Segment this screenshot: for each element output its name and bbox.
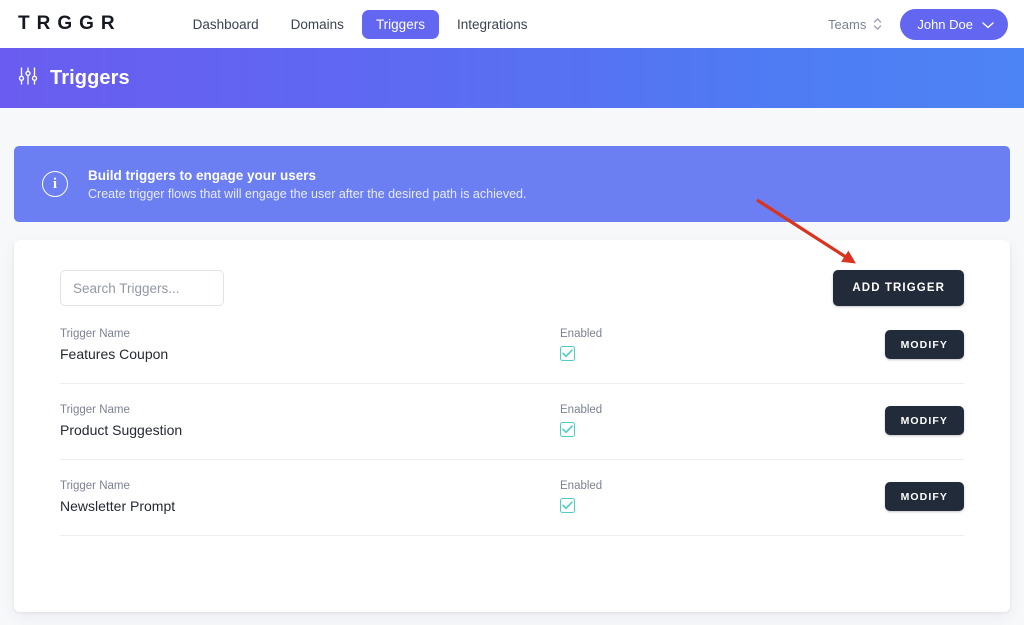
- info-banner: i Build triggers to engage your users Cr…: [14, 146, 1010, 222]
- check-icon: [562, 425, 573, 434]
- info-banner-title: Build triggers to engage your users: [88, 167, 317, 183]
- user-name-label: John Doe: [917, 16, 973, 32]
- check-icon: [562, 349, 573, 358]
- trigger-action-cell: MODIFY: [884, 328, 964, 359]
- info-banner-subtitle: Create trigger flows that will engage th…: [88, 186, 527, 201]
- nav-link-triggers[interactable]: Triggers: [361, 9, 439, 39]
- up-down-chevron-icon: [873, 17, 882, 31]
- trigger-name-value: Product Suggestion: [60, 422, 183, 438]
- tune-sliders-icon: [17, 65, 39, 92]
- info-banner-text: Build triggers to engage your users Crea…: [88, 168, 526, 201]
- chevron-down-icon: [982, 17, 994, 32]
- trigger-enabled-cell: Enabled: [560, 328, 792, 361]
- triggers-card: ADD TRIGGER Trigger Name Features Coupon…: [14, 240, 1010, 612]
- page-header-band: Triggers: [0, 48, 1024, 108]
- nav-link-dashboard[interactable]: Dashboard: [179, 10, 273, 39]
- nav-link-integrations[interactable]: Integrations: [443, 10, 542, 39]
- page-title: Triggers: [50, 66, 130, 89]
- modify-button[interactable]: MODIFY: [884, 330, 964, 359]
- trigger-enabled-label: Enabled: [560, 480, 603, 492]
- nav-link-domains[interactable]: Domains: [277, 10, 358, 39]
- trigger-name-label: Trigger Name: [60, 328, 130, 340]
- trigger-name-cell: Trigger Name Features Coupon: [60, 328, 560, 362]
- search-input[interactable]: [60, 270, 224, 306]
- info-circle-icon: i: [42, 171, 68, 197]
- trigger-enabled-label: Enabled: [560, 404, 603, 416]
- trigger-name-label: Trigger Name: [60, 480, 130, 492]
- app-logo[interactable]: TRGGR: [18, 13, 122, 35]
- add-trigger-button[interactable]: ADD TRIGGER: [833, 270, 964, 306]
- trigger-name-cell: Trigger Name Newsletter Prompt: [60, 480, 560, 514]
- enabled-checkbox[interactable]: [560, 346, 575, 361]
- check-icon: [562, 501, 573, 510]
- trigger-name-cell: Trigger Name Product Suggestion: [60, 404, 560, 438]
- top-navbar: TRGGR Dashboard Domains Triggers Integra…: [0, 0, 1024, 48]
- modify-button[interactable]: MODIFY: [884, 406, 964, 435]
- trigger-name-value: Newsletter Prompt: [60, 498, 176, 514]
- main-nav: Dashboard Domains Triggers Integrations: [179, 9, 542, 39]
- table-row: Trigger Name Product Suggestion Enabled …: [60, 404, 964, 460]
- teams-selector[interactable]: Teams: [828, 17, 882, 32]
- trigger-action-cell: MODIFY: [884, 480, 964, 511]
- card-toolbar: ADD TRIGGER: [60, 270, 964, 306]
- enabled-checkbox[interactable]: [560, 422, 575, 437]
- page-content: i Build triggers to engage your users Cr…: [0, 108, 1024, 612]
- trigger-name-value: Features Coupon: [60, 346, 169, 362]
- user-menu-button[interactable]: John Doe: [900, 8, 1008, 40]
- modify-button[interactable]: MODIFY: [884, 482, 964, 511]
- trigger-enabled-cell: Enabled: [560, 404, 792, 437]
- triggers-list: Trigger Name Features Coupon Enabled MOD…: [60, 328, 964, 536]
- navbar-right-group: Teams John Doe: [828, 8, 1008, 40]
- enabled-checkbox[interactable]: [560, 498, 575, 513]
- trigger-action-cell: MODIFY: [884, 404, 964, 435]
- trigger-enabled-cell: Enabled: [560, 480, 792, 513]
- table-row: Trigger Name Features Coupon Enabled MOD…: [60, 328, 964, 384]
- trigger-enabled-label: Enabled: [560, 328, 603, 340]
- teams-label: Teams: [828, 16, 867, 32]
- table-row: Trigger Name Newsletter Prompt Enabled M…: [60, 480, 964, 536]
- trigger-name-label: Trigger Name: [60, 404, 130, 416]
